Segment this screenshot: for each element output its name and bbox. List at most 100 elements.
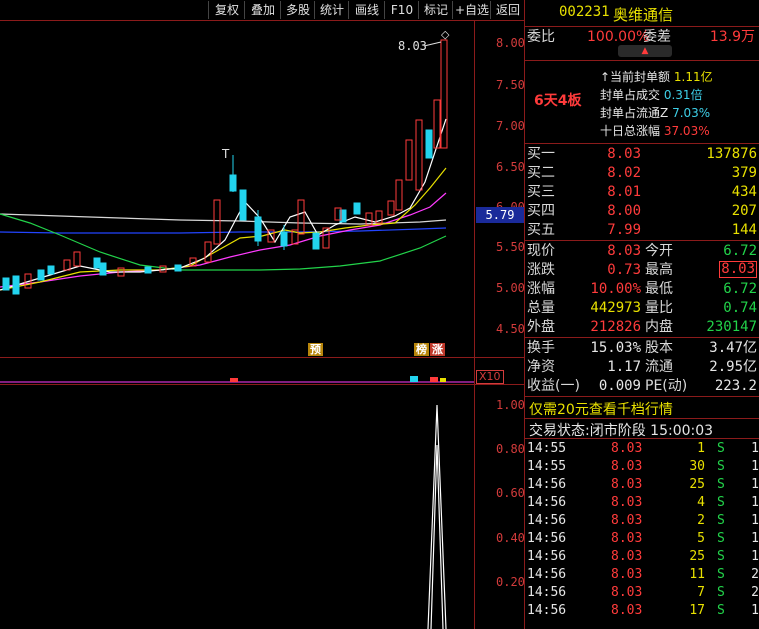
trade-time: 14:56 — [527, 567, 567, 582]
trade-side: S — [717, 459, 725, 474]
draw-line-button[interactable]: 画线 — [348, 1, 385, 19]
trade-price: 8.03 — [611, 567, 643, 582]
trade-vol: 4 — [697, 495, 705, 510]
candle — [24, 39, 448, 289]
trade-time: 14:56 — [527, 603, 567, 618]
weibi-row: 委比 100.00% 委差 13.9万 — [527, 29, 755, 45]
multi-stock-button[interactable]: 多股 — [280, 1, 315, 19]
trade-price: 8.03 — [611, 477, 643, 492]
ma20-line — [0, 192, 447, 288]
trade-n: 1 — [751, 495, 759, 510]
zhang-tag[interactable]: 涨 — [430, 343, 445, 356]
trade-row: 14:56 8.03 25 S 1 — [527, 476, 759, 494]
trade-time: 14:56 — [527, 531, 567, 546]
trade-n: 1 — [751, 477, 759, 492]
trade-price: 8.03 — [611, 549, 643, 564]
trade-price: 8.03 — [611, 459, 643, 474]
trade-time: 14:55 — [527, 441, 567, 456]
expand-toggle[interactable]: ▲ — [618, 45, 672, 57]
trade-time: 14:56 — [527, 477, 567, 492]
trade-price: 8.03 — [611, 585, 643, 600]
high-price-marker: 8.03 — [398, 39, 427, 53]
trade-time: 14:56 — [527, 495, 567, 510]
trade-row: 14:56 8.03 7 S 2 — [527, 584, 759, 602]
price-tick: 7.00 — [496, 119, 525, 133]
stock-code: 002231 — [559, 4, 610, 20]
mark-button[interactable]: 标记 — [418, 1, 453, 19]
quote-row: 涨跌 0.73 最高 8.03 — [527, 261, 757, 278]
quote-row: 现价 8.03 今开 6.72 — [527, 243, 757, 259]
trade-price: 8.03 — [611, 441, 643, 456]
current-price-box: 5.79 — [476, 207, 524, 223]
trade-side: S — [717, 603, 725, 618]
trade-n: 2 — [751, 585, 759, 600]
trading-status: 交易状态:闭市阶段 15:00:03 — [529, 423, 714, 439]
trade-side: S — [717, 585, 725, 600]
trade-n: 1 — [751, 531, 759, 546]
yu-tag[interactable]: 预 — [308, 343, 323, 356]
back-button[interactable]: 返回 — [490, 1, 525, 19]
trade-row: 14:56 8.03 5 S 1 — [527, 530, 759, 548]
trade-side: S — [717, 441, 725, 456]
trade-side: S — [717, 567, 725, 582]
trade-price: 8.03 — [611, 531, 643, 546]
t-mark-icon: T — [221, 147, 230, 161]
fuquan-button[interactable]: 复权 — [208, 1, 245, 19]
trade-vol: 25 — [689, 477, 705, 492]
price-axis-divider — [474, 20, 475, 629]
bid-row[interactable]: 买五 7.99 144 — [527, 221, 759, 239]
candlestick-chart[interactable]: 8.03 ◇ T — [0, 20, 474, 357]
trade-time: 14:56 — [527, 513, 567, 528]
trade-n: 1 — [751, 549, 759, 564]
trade-n: 1 — [751, 441, 759, 456]
f10-button[interactable]: F10 — [384, 1, 419, 19]
ma120-line — [0, 227, 447, 234]
trade-side: S — [717, 549, 725, 564]
quote-row: 涨幅 10.00% 最低 6.72 — [527, 281, 757, 297]
trade-row: 14:55 8.03 30 S 1 — [527, 458, 759, 476]
trade-n: 1 — [751, 459, 759, 474]
trade-vol: 1 — [697, 441, 705, 456]
trade-vol: 17 — [689, 603, 705, 618]
quote-row: 总量 442973 量比 0.74 — [527, 300, 757, 316]
fund-row: 换手 15.03% 股本 3.47亿 — [527, 340, 757, 356]
trade-n: 2 — [751, 567, 759, 582]
chart-toolbar: 复权 叠加 多股 统计 画线 F10 标记 +自选 返回 — [0, 0, 524, 20]
trade-row: 14:55 8.03 1 S 1 — [527, 440, 759, 458]
bid-row[interactable]: 买四 8.00 207 — [527, 202, 759, 220]
volume-chart — [0, 376, 474, 383]
trade-vol: 25 — [689, 549, 705, 564]
consecutive-limit-badge: 6天4板 — [534, 93, 582, 109]
bid-row[interactable]: 买三 8.01 434 — [527, 183, 759, 201]
limit-up-info: ↑当前封单额 1.11亿 封单占成交 0.31倍 封单占流通Z 7.03% 十日… — [600, 70, 713, 138]
trade-time: 14:55 — [527, 459, 567, 474]
fund-row: 收益(一) 0.009 PE(动) 223.2 — [527, 378, 757, 394]
trade-side: S — [717, 513, 725, 528]
indicator-chart[interactable] — [0, 385, 474, 629]
level2-promo-link[interactable]: 仅需20元查看千档行情 — [529, 399, 673, 419]
trade-row: 14:56 8.03 2 S 1 — [527, 512, 759, 530]
bid-row[interactable]: 买二 8.02 379 — [527, 164, 759, 182]
quote-row: 外盘 212826 内盘 230147 — [527, 319, 757, 335]
candles — [2, 39, 448, 295]
trade-vol: 11 — [689, 567, 705, 582]
add-watchlist-button[interactable]: +自选 — [452, 1, 491, 19]
volume-multiplier: X10 — [476, 370, 504, 384]
trade-n: 1 — [751, 603, 759, 618]
trade-price: 8.03 — [611, 603, 643, 618]
stats-button[interactable]: 统计 — [314, 1, 349, 19]
bid-row[interactable]: 买一 8.03 137876 — [527, 145, 759, 163]
bang-tag[interactable]: 榜 — [414, 343, 429, 356]
stock-header: 002231 奥维通信 — [527, 4, 759, 24]
ma10-line — [0, 167, 447, 291]
trade-row: 14:56 8.03 17 S 1 — [527, 602, 759, 620]
trade-side: S — [717, 531, 725, 546]
fund-row: 净资 1.17 流通 2.95亿 — [527, 359, 757, 375]
trade-vol: 30 — [689, 459, 705, 474]
price-tick: 7.50 — [496, 78, 525, 92]
overlay-button[interactable]: 叠加 — [244, 1, 281, 19]
ma5-line — [0, 118, 447, 291]
trade-price: 8.03 — [611, 513, 643, 528]
trade-vol: 7 — [697, 585, 705, 600]
trade-time: 14:56 — [527, 549, 567, 564]
